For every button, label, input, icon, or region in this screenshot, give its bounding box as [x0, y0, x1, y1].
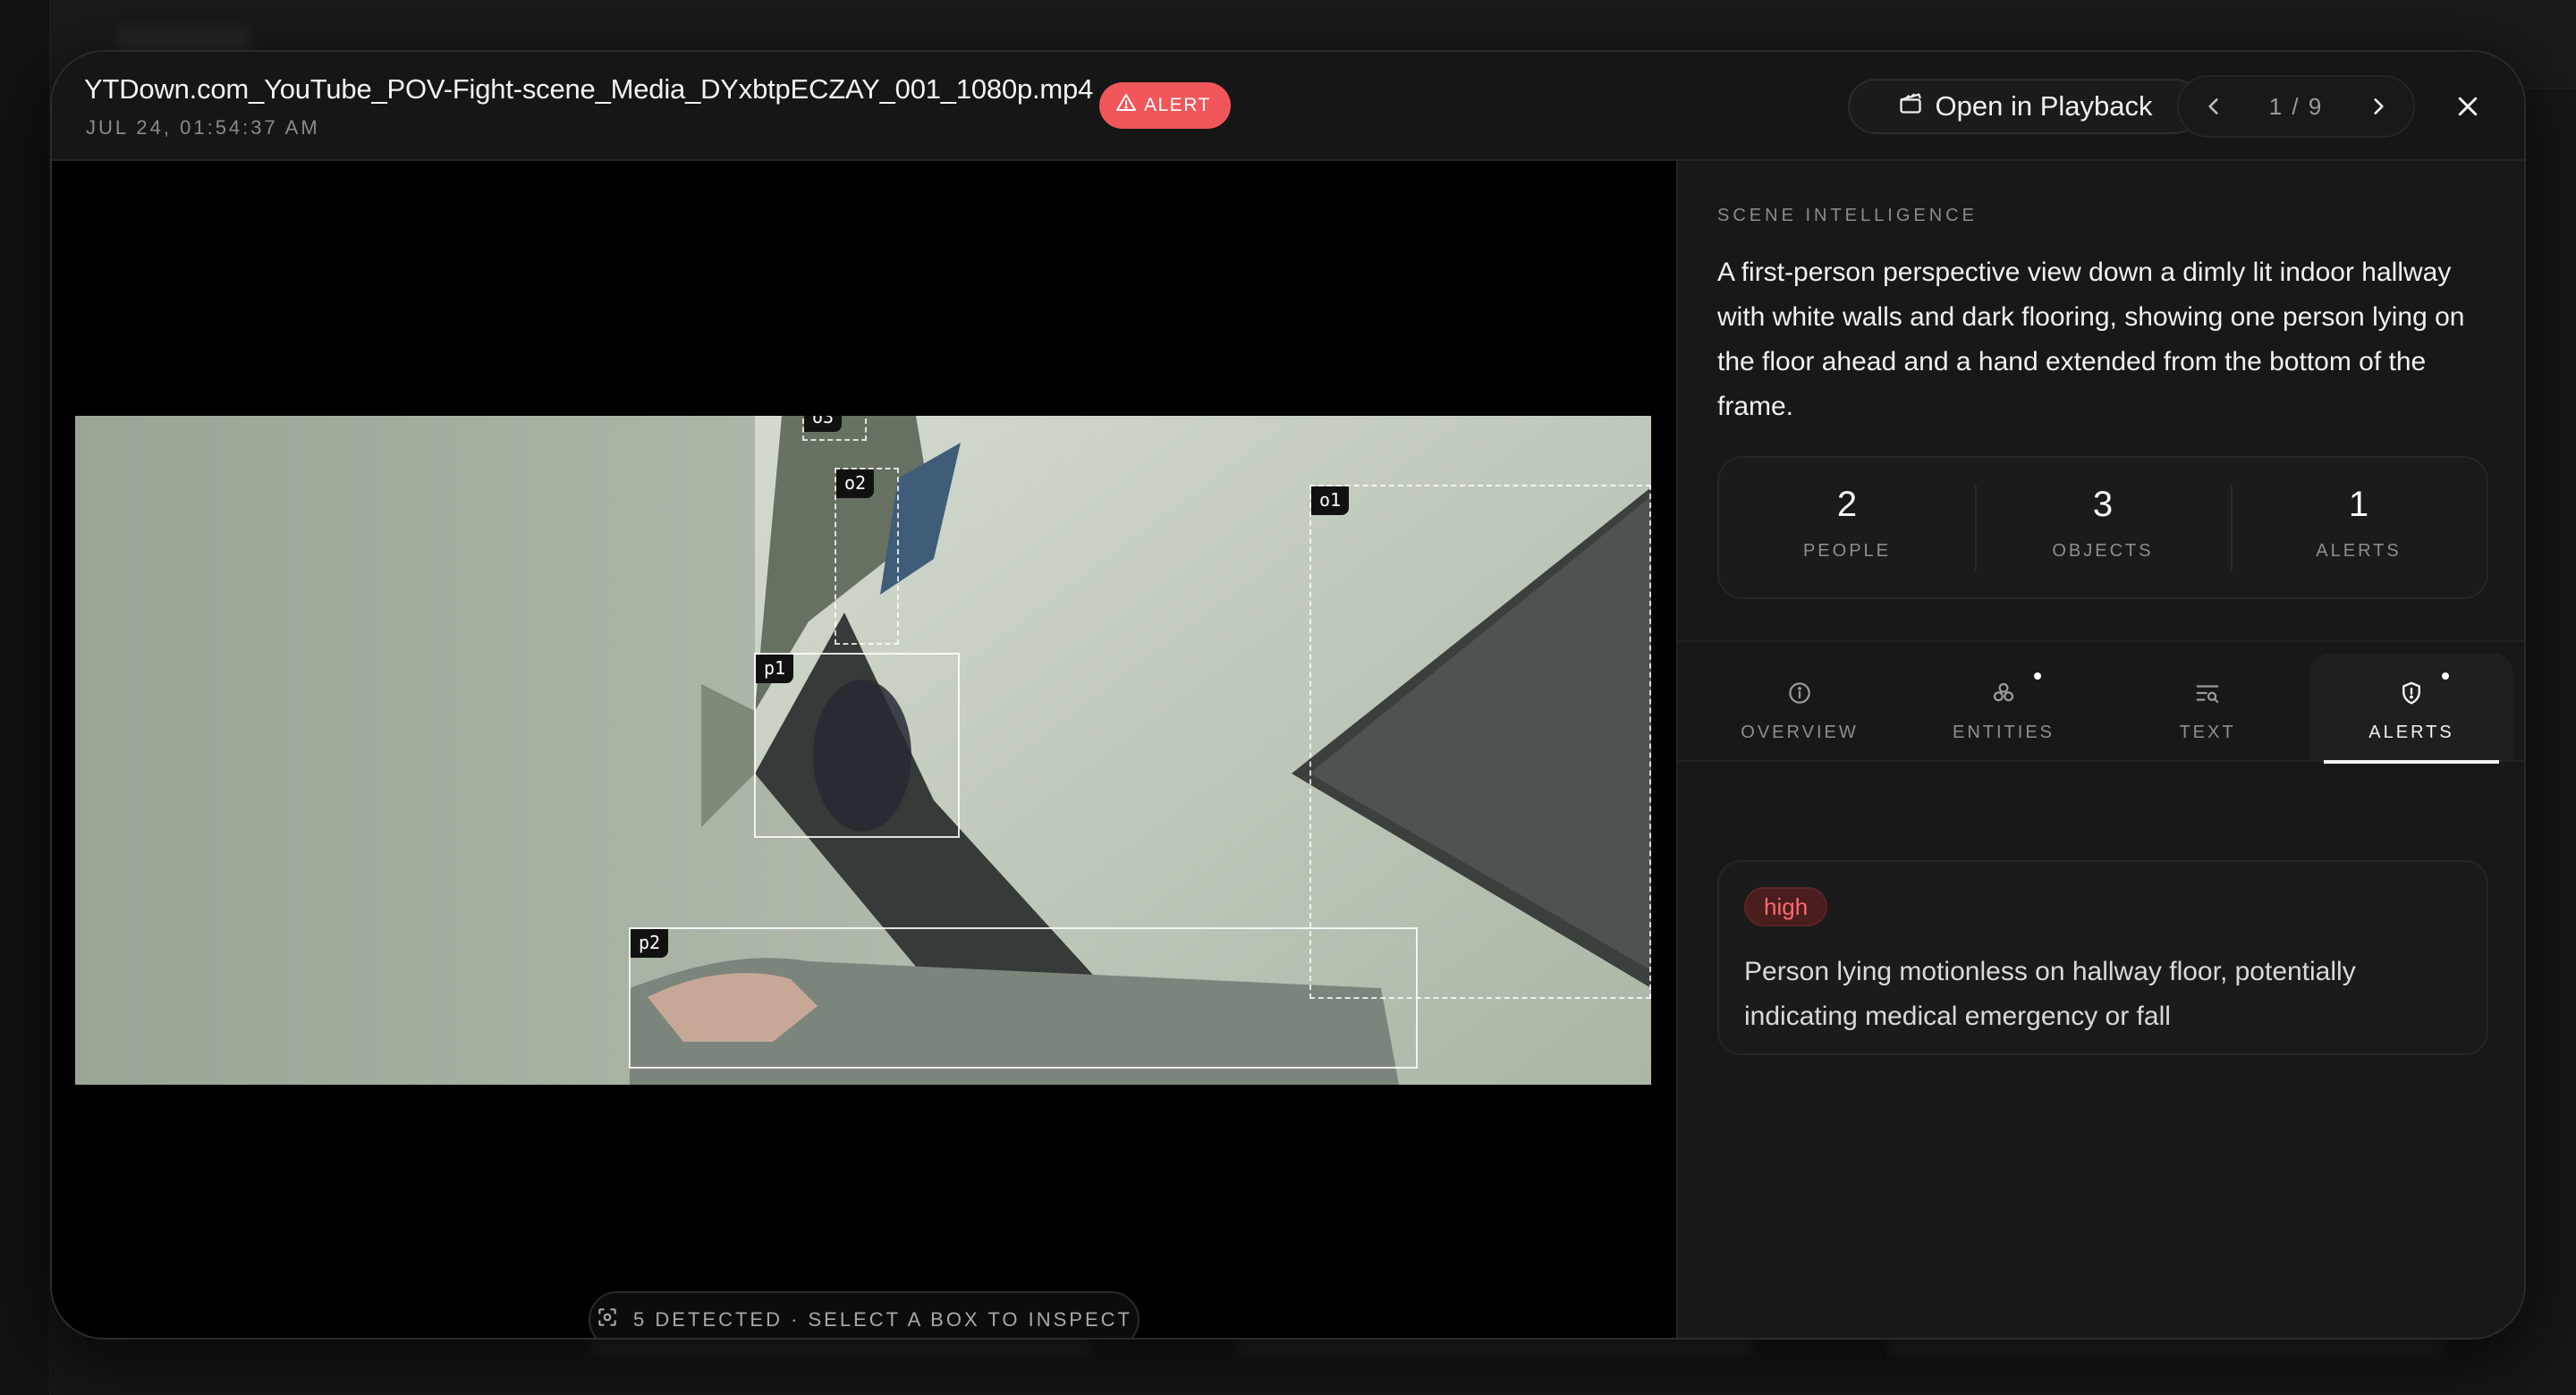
open-in-playback-label: Open in Playback — [1935, 90, 2153, 122]
detection-label: p1 — [756, 655, 794, 683]
tab-label: TEXT — [2179, 723, 2236, 742]
stat-alerts: 1 ALERTS — [2231, 458, 2487, 597]
severity-badge: high — [1744, 887, 1828, 926]
tab-overview[interactable]: OVERVIEW — [1698, 653, 1902, 760]
tab-label: ALERTS — [2368, 723, 2454, 742]
video-frame: o3 o2 o1 p1 p2 — [75, 416, 1651, 1085]
active-tab-indicator — [2324, 760, 2499, 764]
stat-objects: 3 OBJECTS — [1975, 458, 2231, 597]
detection-label: o3 — [804, 416, 843, 432]
frame-pager: 1 / 9 — [2177, 75, 2415, 138]
shield-alert-icon — [2398, 680, 2425, 706]
tab-entities[interactable]: ENTITIES — [1902, 653, 2106, 760]
detection-label: o1 — [1311, 486, 1350, 515]
tab-text[interactable]: TEXT — [2106, 653, 2309, 760]
detection-box-o1[interactable]: o1 — [1309, 485, 1651, 999]
divider — [1678, 640, 2524, 642]
info-icon — [1786, 680, 1813, 706]
alert-description: Person lying motionless on hallway floor… — [1744, 957, 2356, 1031]
detection-label: p2 — [631, 929, 669, 958]
chevron-right-icon — [2374, 98, 2384, 114]
chevron-left-icon — [2208, 98, 2218, 114]
file-title: YTDown.com_YouTube_POV-Fight-scene_Media… — [84, 73, 1094, 105]
scene-description: A first-person perspective view down a d… — [1717, 258, 2465, 421]
next-button[interactable] — [2363, 91, 2394, 122]
detection-label: o2 — [836, 469, 875, 498]
video-viewer: o3 o2 o1 p1 p2 5 DETECTED · SELECT A BOX… — [52, 161, 1676, 1338]
stat-label: PEOPLE — [1802, 541, 1892, 561]
panel-tabs: OVERVIEW ENTITIES TEXT ALERTS — [1678, 653, 2524, 764]
entities-icon — [1990, 680, 2017, 706]
open-in-playback-button[interactable]: Open in Playback — [1848, 79, 2202, 134]
stat-value: 2 — [1836, 485, 1858, 524]
detection-box-o2[interactable]: o2 — [835, 468, 899, 645]
previous-button[interactable] — [2199, 91, 2229, 122]
stat-value: 3 — [2092, 485, 2114, 524]
detections-hint-text: 5 DETECTED · SELECT A BOX TO INSPECT — [633, 1308, 1132, 1331]
stat-label: ALERTS — [2316, 541, 2402, 561]
warning-triangle-icon — [1115, 92, 1137, 119]
detection-box-p2[interactable]: p2 — [629, 927, 1418, 1069]
stat-people: 2 PEOPLE — [1719, 458, 1975, 597]
frame-inspector-modal: YTDown.com_YouTube_POV-Fight-scene_Media… — [50, 50, 2526, 1340]
detections-hint: 5 DETECTED · SELECT A BOX TO INSPECT — [589, 1291, 1140, 1338]
scene-intelligence-panel: SCENE INTELLIGENCE A first-person perspe… — [1676, 161, 2524, 1338]
clapperboard-icon — [1898, 90, 1923, 123]
scan-focus-icon — [596, 1306, 619, 1334]
notification-dot — [2442, 672, 2449, 680]
close-button[interactable] — [2445, 84, 2490, 129]
tab-label: OVERVIEW — [1741, 723, 1859, 742]
text-search-icon — [2194, 680, 2221, 706]
alert-badge-label: ALERT — [1144, 95, 1211, 115]
tab-alerts[interactable]: ALERTS — [2309, 653, 2513, 764]
pager-count: 1 / 9 — [2268, 92, 2324, 120]
stats-card: 2 PEOPLE 3 OBJECTS 1 ALERTS — [1717, 456, 2488, 599]
tab-label: ENTITIES — [1952, 723, 2055, 742]
timestamp: JUL 24, 01:54:37 AM — [86, 116, 320, 139]
stat-label: OBJECTS — [2052, 541, 2154, 561]
notification-dot — [2034, 672, 2041, 680]
section-label: SCENE INTELLIGENCE — [1717, 206, 1978, 225]
modal-header: YTDown.com_YouTube_POV-Fight-scene_Media… — [52, 52, 2524, 161]
detection-box-o3[interactable]: o3 — [802, 416, 867, 441]
detection-box-p1[interactable]: p1 — [754, 653, 960, 838]
close-icon — [2458, 97, 2478, 116]
alert-badge: ALERT — [1099, 82, 1231, 129]
background-sidebar — [0, 0, 50, 1395]
stat-value: 1 — [2348, 485, 2369, 524]
alert-card[interactable]: high Person lying motionless on hallway … — [1717, 860, 2488, 1055]
